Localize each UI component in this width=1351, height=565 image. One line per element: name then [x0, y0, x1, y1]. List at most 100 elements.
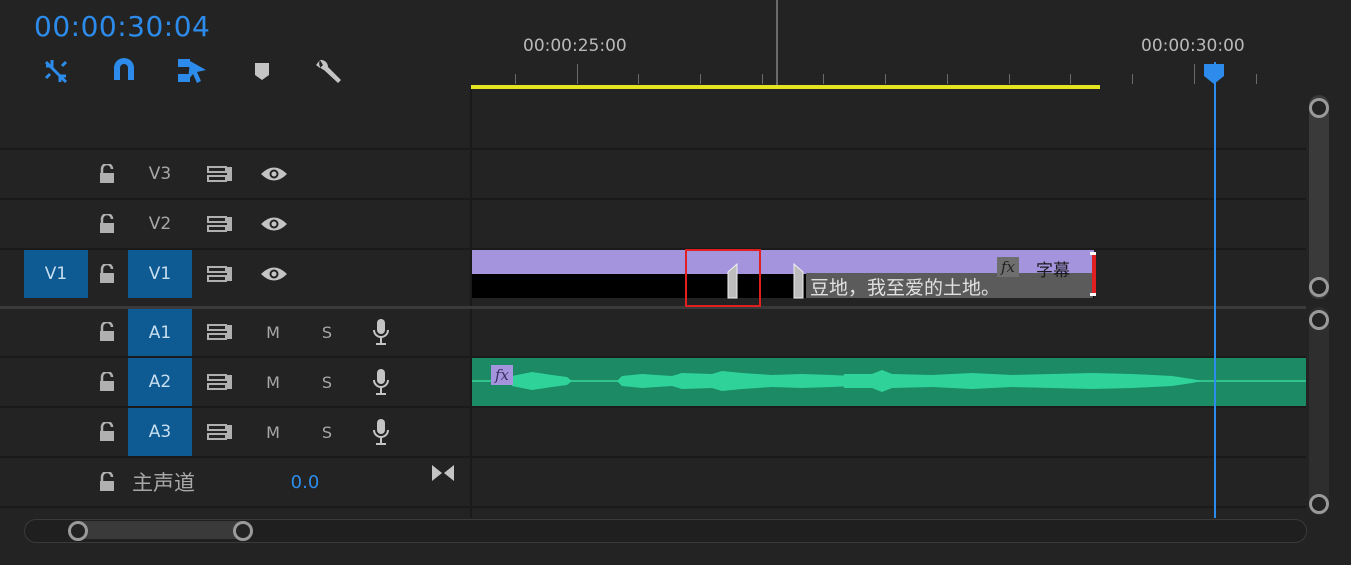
clip-end-mark	[1090, 293, 1096, 296]
microphone-icon[interactable]	[366, 315, 396, 349]
track-header-v3: V3	[0, 150, 470, 198]
mute-label: M	[266, 422, 280, 442]
microphone-icon[interactable]	[366, 415, 396, 449]
timeline-tracks-area[interactable]	[471, 90, 1306, 518]
solo-button[interactable]: S	[312, 318, 342, 346]
playhead-handle[interactable]	[1203, 63, 1225, 85]
header-divider	[470, 90, 472, 518]
track-label: V1	[148, 264, 172, 284]
ruler-tick	[1070, 74, 1071, 84]
track-label: V2	[148, 214, 172, 234]
linked-selection-icon[interactable]	[176, 56, 208, 86]
clip-title: 字幕	[1036, 261, 1070, 281]
solo-button[interactable]: S	[312, 418, 342, 446]
scroll-knob[interactable]	[1309, 310, 1329, 330]
track-label: A3	[148, 422, 172, 442]
zoom-knob-right[interactable]	[233, 521, 253, 541]
lock-icon[interactable]	[92, 368, 122, 396]
clip-end-edge[interactable]	[1092, 252, 1096, 296]
mute-button[interactable]: M	[258, 418, 288, 446]
sync-lock-icon[interactable]	[200, 368, 240, 396]
source-patch-v1[interactable]: V1	[24, 250, 88, 298]
eye-icon[interactable]	[254, 160, 294, 188]
track-name[interactable]: A1	[128, 309, 192, 356]
waveform	[472, 370, 1306, 392]
ruler-tick	[1132, 74, 1133, 84]
track-header-v1: V1 V1	[0, 250, 470, 298]
ruler-label: 00:00:30:00	[1141, 36, 1245, 56]
master-label: 主声道	[132, 471, 195, 495]
solo-label: S	[321, 422, 333, 442]
solo-label: S	[321, 372, 333, 392]
solo-label: S	[321, 322, 333, 342]
add-marker-icon[interactable]	[246, 56, 278, 86]
eye-icon[interactable]	[254, 210, 294, 238]
master-value: 0.0	[290, 471, 320, 493]
track-name[interactable]: V1	[128, 250, 192, 298]
edit-point-handle-right[interactable]	[792, 262, 806, 300]
sync-lock-icon[interactable]	[200, 318, 240, 346]
video-vertical-scrollbar[interactable]	[1309, 95, 1329, 299]
fx-badge-icon[interactable]: fx	[997, 257, 1019, 277]
lock-icon[interactable]	[92, 260, 122, 288]
track-header-a2: A2 M S	[0, 358, 470, 406]
ruler-tick	[515, 74, 516, 84]
ruler-tick	[1009, 74, 1010, 84]
track-label: A2	[148, 372, 172, 392]
track-name[interactable]: V3	[128, 150, 192, 198]
audio-clip[interactable]	[472, 358, 1306, 406]
track-name[interactable]: A3	[128, 408, 192, 456]
solo-button[interactable]: S	[312, 368, 342, 396]
track-header-a3: A3 M S	[0, 408, 470, 456]
ruler-tick	[885, 74, 886, 84]
track-label: V3	[148, 164, 172, 184]
scroll-knob[interactable]	[1309, 494, 1329, 514]
track-name[interactable]: A2	[128, 358, 192, 406]
ruler-tick	[638, 74, 639, 84]
lock-icon[interactable]	[92, 418, 122, 446]
eye-icon[interactable]	[254, 260, 294, 288]
track-header-a1: A1 M S	[0, 309, 470, 356]
audio-vertical-scrollbar[interactable]	[1309, 307, 1329, 515]
caption-text: 豆地，我至爱的土地。	[810, 277, 1001, 299]
microphone-icon[interactable]	[366, 365, 396, 399]
magnet-snap-icon[interactable]	[108, 56, 140, 86]
clip-end-mark	[1090, 252, 1096, 255]
source-label: V1	[44, 264, 68, 284]
sync-lock-icon[interactable]	[200, 160, 240, 188]
wrench-settings-icon[interactable]	[312, 56, 344, 86]
lock-icon[interactable]	[92, 160, 122, 188]
ruler-tick	[762, 74, 763, 84]
mute-label: M	[266, 372, 280, 392]
master-track-name: 主声道	[132, 466, 222, 498]
mute-label: M	[266, 322, 280, 342]
zoom-knob-left[interactable]	[68, 521, 88, 541]
ruler-tick	[700, 74, 701, 84]
lock-icon[interactable]	[92, 318, 122, 346]
mute-button[interactable]: M	[258, 368, 288, 396]
scroll-knob[interactable]	[1309, 98, 1329, 118]
timecode-display[interactable]: 00:00:30:04	[34, 10, 210, 43]
lock-icon[interactable]	[92, 210, 122, 238]
scroll-knob[interactable]	[1309, 277, 1329, 297]
ruler-tick	[947, 74, 948, 84]
sync-lock-icon[interactable]	[200, 418, 240, 446]
ruler-tick	[823, 74, 824, 84]
ruler-tick	[1256, 74, 1257, 84]
bowtie-icon[interactable]	[428, 460, 458, 486]
playhead-line	[1214, 62, 1216, 518]
track-header-v2: V2	[0, 200, 470, 248]
lock-icon[interactable]	[92, 468, 122, 496]
sync-lock-icon[interactable]	[200, 260, 240, 288]
sync-lock-icon[interactable]	[200, 210, 240, 238]
highlight-box	[685, 249, 761, 307]
mute-button[interactable]: M	[258, 318, 288, 346]
track-name[interactable]: V2	[128, 200, 192, 248]
snap-linked-selection-icon[interactable]	[40, 56, 72, 86]
fx-badge-icon[interactable]: fx	[491, 365, 513, 385]
horizontal-scroll-thumb[interactable]	[70, 521, 252, 539]
work-area-bar[interactable]	[471, 85, 1100, 89]
in-point-line	[776, 0, 778, 88]
master-volume-value[interactable]: 0.0	[280, 468, 330, 496]
ruler-label: 00:00:25:00	[523, 36, 627, 56]
